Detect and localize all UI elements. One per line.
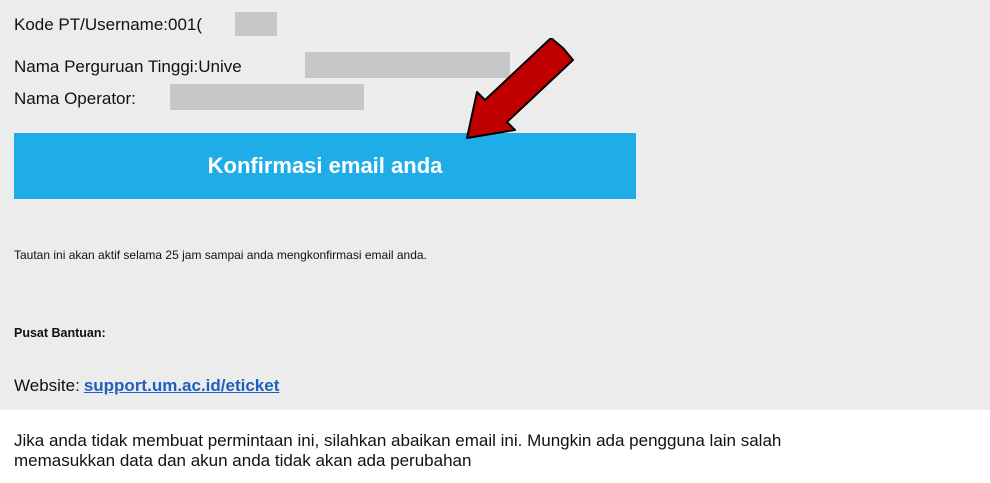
link-validity-notice: Tautan ini akan aktif selama 25 jam samp…	[14, 248, 427, 262]
footer-text: Jika anda tidak membuat permintaan ini, …	[14, 431, 990, 471]
redacted-block	[235, 12, 277, 36]
support-link[interactable]: support.um.ac.id/eticket	[84, 376, 280, 395]
nama-pt-line: Nama Perguruan Tinggi:Unive	[14, 57, 242, 77]
footer-line-1: Jika anda tidak membuat permintaan ini, …	[14, 431, 782, 450]
operator-label: Nama Operator:	[14, 89, 136, 108]
nama-pt-value: Unive	[198, 57, 242, 76]
kode-pt-value: 001(	[168, 15, 203, 34]
operator-line: Nama Operator:	[14, 89, 136, 109]
red-arrow-icon	[466, 38, 574, 139]
footer-line-2: memasukkan data dan akun anda tidak akan…	[14, 451, 472, 470]
help-heading: Pusat Bantuan:	[14, 326, 106, 340]
website-label: Website:	[14, 376, 80, 395]
nama-pt-label: Nama Perguruan Tinggi:	[14, 57, 199, 76]
kode-pt-label: Kode PT/Username:	[14, 15, 169, 34]
redacted-block	[170, 84, 364, 110]
kode-pt-line: Kode PT/Username:001(	[14, 15, 202, 35]
website-line: Website: support.um.ac.id/eticket	[14, 375, 279, 397]
